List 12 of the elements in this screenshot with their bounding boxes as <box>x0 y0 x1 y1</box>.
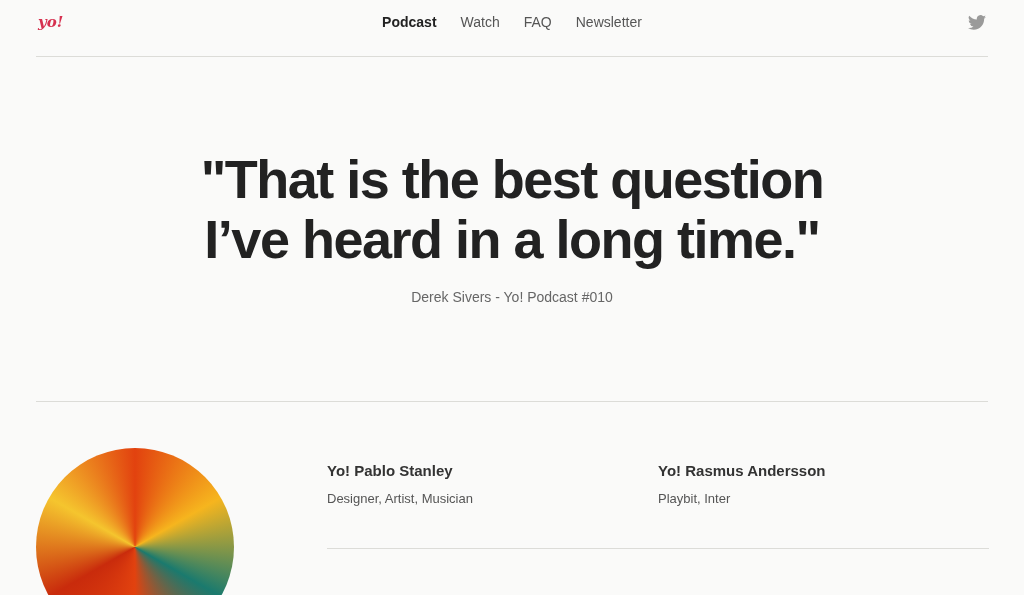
nav-link[interactable]: Newsletter <box>575 11 642 33</box>
host-name: Yo! Pablo Stanley <box>327 461 454 481</box>
host-name: Yo! Rasmus Andersson <box>658 461 827 481</box>
nav-link[interactable]: Watch <box>460 11 500 33</box>
logo[interactable]: yo! <box>38 10 64 34</box>
host-roles: Playbit, Inter <box>658 489 732 508</box>
nav-link[interactable]: Podcast <box>382 11 437 33</box>
twitter-bird-icon[interactable] <box>968 14 986 30</box>
nav-link[interactable]: FAQ <box>523 11 552 33</box>
quote-attribution: Derek Sivers - Yo! Podcast #010 <box>411 288 613 307</box>
host-roles: Designer, Artist, Musician <box>327 489 474 508</box>
quote-text: "That is the best question I’ve heard in a long time." <box>199 149 825 269</box>
